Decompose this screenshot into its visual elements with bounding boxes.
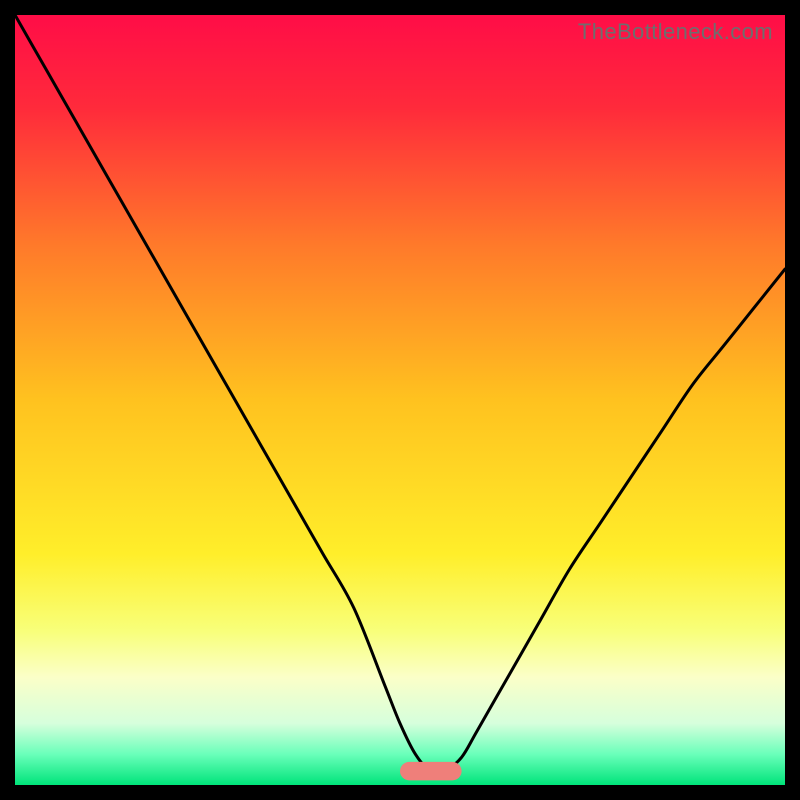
optimal-marker [400,762,462,780]
chart-plot-area [15,15,785,785]
watermark-text: TheBottleneck.com [578,19,773,45]
chart-background-gradient [15,15,785,785]
chart-frame: TheBottleneck.com [15,15,785,785]
